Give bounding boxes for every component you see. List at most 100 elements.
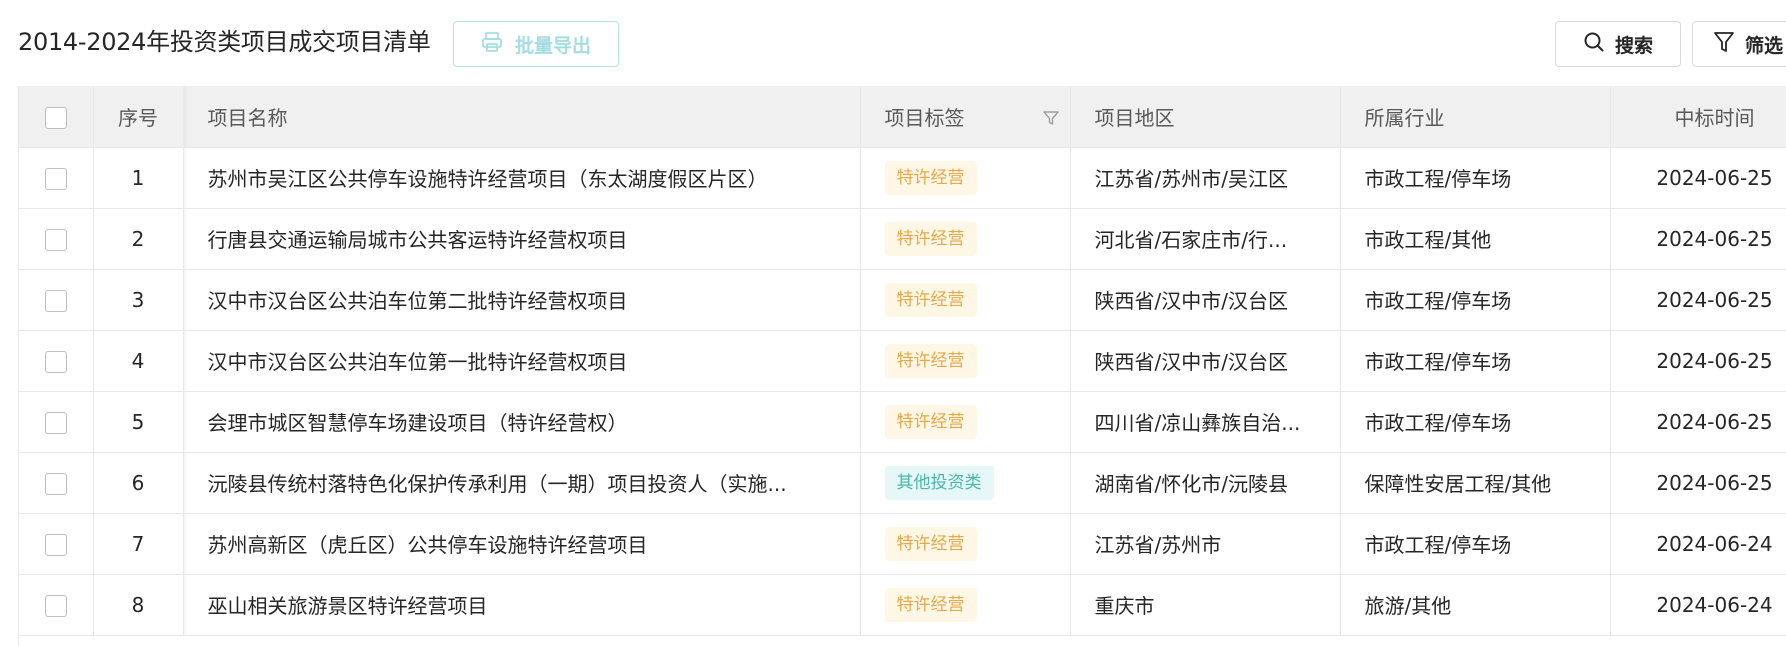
row-region: 江苏省/苏州市 bbox=[1070, 513, 1341, 575]
row-checkbox[interactable] bbox=[44, 533, 67, 556]
row-award-date: 2024-06-25 bbox=[1610, 391, 1786, 453]
row-industry: 市政工程/停车场 bbox=[1340, 513, 1611, 575]
search-button[interactable]: 搜索 bbox=[1555, 21, 1681, 67]
row-region: 重庆市 bbox=[1070, 574, 1341, 636]
project-tag-badge: 特许经营 bbox=[884, 343, 977, 378]
row-checkbox[interactable] bbox=[44, 594, 67, 617]
printer-icon bbox=[481, 31, 503, 58]
project-tag-badge: 特许经营 bbox=[884, 404, 977, 439]
row-seq: 4 bbox=[93, 330, 184, 392]
row-checkbox[interactable] bbox=[44, 228, 67, 251]
row-checkbox[interactable] bbox=[44, 289, 67, 312]
table-row[interactable]: 5 会理市城区智慧停车场建设项目（特许经营权） 特许经营 四川省/凉山彝族自治... 市… bbox=[19, 391, 1786, 453]
row-tag-cell: 特许经营 bbox=[860, 391, 1071, 453]
row-checkbox[interactable] bbox=[44, 472, 67, 495]
project-tag-badge: 特许经营 bbox=[884, 282, 977, 317]
row-industry: 市政工程/停车场 bbox=[1340, 391, 1611, 453]
row-select-cell bbox=[19, 513, 94, 575]
batch-export-button[interactable]: 批量导出 bbox=[453, 21, 619, 67]
filter-label: 筛选 bbox=[1745, 34, 1784, 57]
row-select-cell bbox=[19, 452, 94, 514]
project-tag-badge: 特许经营 bbox=[884, 587, 977, 622]
row-industry: 保障性安居工程/其他 bbox=[1340, 452, 1611, 514]
row-checkbox[interactable] bbox=[44, 167, 67, 190]
row-select-cell bbox=[19, 147, 94, 209]
select-all-cell bbox=[19, 86, 94, 148]
row-tag-cell: 其他投资类 bbox=[860, 452, 1071, 514]
project-tag-badge: 特许经营 bbox=[884, 160, 977, 195]
row-tag-cell: 特许经营 bbox=[860, 269, 1071, 331]
row-industry: 市政工程/停车场 bbox=[1340, 147, 1611, 209]
row-project-name[interactable]: 汉中市汉台区公共泊车位第二批特许经营权项目 bbox=[182, 269, 861, 331]
batch-export-label: 批量导出 bbox=[514, 34, 591, 57]
row-checkbox[interactable] bbox=[44, 411, 67, 434]
row-region: 陕西省/汉中市/汉台区 bbox=[1070, 269, 1341, 331]
table-row[interactable]: 8 巫山相关旅游景区特许经营项目 特许经营 重庆市 旅游/其他 2024-06-24 bbox=[19, 574, 1786, 636]
row-seq: 7 bbox=[93, 513, 184, 575]
row-project-name[interactable]: 巫山相关旅游景区特许经营项目 bbox=[182, 574, 861, 636]
row-project-name[interactable]: 汉中市汉台区公共泊车位第一批特许经营权项目 bbox=[182, 330, 861, 392]
row-select-cell bbox=[19, 330, 94, 392]
row-industry: 旅游/其他 bbox=[1340, 574, 1611, 636]
search-icon bbox=[1583, 31, 1605, 58]
row-seq: 1 bbox=[93, 147, 184, 209]
row-select-cell bbox=[19, 208, 94, 270]
row-award-date: 2024-06-25 bbox=[1610, 269, 1786, 331]
row-region: 湖南省/怀化市/沅陵县 bbox=[1070, 452, 1341, 514]
table-row[interactable]: 4 汉中市汉台区公共泊车位第一批特许经营权项目 特许经营 陕西省/汉中市/汉台区 市政工… bbox=[19, 330, 1786, 392]
row-region: 陕西省/汉中市/汉台区 bbox=[1070, 330, 1341, 392]
project-tag-badge: 特许经营 bbox=[884, 526, 977, 561]
row-seq: 8 bbox=[93, 574, 184, 636]
column-header-seq: 序号 bbox=[93, 86, 184, 148]
table-row[interactable]: 7 苏州高新区（虎丘区）公共停车设施特许经营项目 特许经营 江苏省/苏州市 市政工程/停… bbox=[19, 513, 1786, 575]
row-industry: 市政工程/停车场 bbox=[1340, 330, 1611, 392]
row-project-name[interactable]: 苏州市吴江区公共停车设施特许经营项目（东太湖度假区片区） bbox=[182, 147, 861, 209]
column-header-name: 项目名称 bbox=[182, 86, 861, 148]
row-region: 江苏省/苏州市/吴江区 bbox=[1070, 147, 1341, 209]
row-award-date: 2024-06-24 bbox=[1610, 574, 1786, 636]
search-label: 搜索 bbox=[1614, 34, 1653, 57]
row-region: 河北省/石家庄市/行... bbox=[1070, 208, 1341, 270]
row-region: 四川省/凉山彝族自治... bbox=[1070, 391, 1341, 453]
row-project-name[interactable]: 行唐县交通运输局城市公共客运特许经营权项目 bbox=[182, 208, 861, 270]
row-tag-cell: 特许经营 bbox=[860, 147, 1071, 209]
column-header-region: 项目地区 bbox=[1070, 86, 1341, 148]
table-row[interactable]: 6 沅陵县传统村落特色化保护传承利用（一期）项目投资人（实施... 其他投资类 湖南省… bbox=[19, 452, 1786, 514]
table-row[interactable]: 2 行唐县交通运输局城市公共客运特许经营权项目 特许经营 河北省/石家庄市/行... 市… bbox=[19, 208, 1786, 270]
column-filter-icon[interactable] bbox=[1042, 108, 1060, 132]
row-tag-cell: 特许经营 bbox=[860, 574, 1071, 636]
results-table: 序号 项目名称 项目标签 项目地区 所属行业 中标时间 1 苏州市吴江区公共停车设… bbox=[19, 86, 1786, 636]
row-select-cell bbox=[19, 574, 94, 636]
table-body: 1 苏州市吴江区公共停车设施特许经营项目（东太湖度假区片区） 特许经营 江苏省/苏州市… bbox=[19, 147, 1786, 636]
table-row[interactable]: 3 汉中市汉台区公共泊车位第二批特许经营权项目 特许经营 陕西省/汉中市/汉台区 市政工… bbox=[19, 269, 1786, 331]
row-checkbox[interactable] bbox=[44, 350, 67, 373]
row-project-name[interactable]: 会理市城区智慧停车场建设项目（特许经营权） bbox=[182, 391, 861, 453]
row-select-cell bbox=[19, 391, 94, 453]
select-all-checkbox[interactable] bbox=[44, 106, 67, 129]
row-seq: 2 bbox=[93, 208, 184, 270]
project-tag-badge: 特许经营 bbox=[884, 221, 977, 256]
row-project-name[interactable]: 沅陵县传统村落特色化保护传承利用（一期）项目投资人（实施... bbox=[182, 452, 861, 514]
table-row[interactable]: 1 苏州市吴江区公共停车设施特许经营项目（东太湖度假区片区） 特许经营 江苏省/苏州市… bbox=[19, 147, 1786, 209]
page-title: 2014-2024年投资类项目成交项目清单 bbox=[18, 28, 431, 56]
row-tag-cell: 特许经营 bbox=[860, 208, 1071, 270]
row-award-date: 2024-06-25 bbox=[1610, 330, 1786, 392]
row-select-cell bbox=[19, 269, 94, 331]
results-table-container: 序号 项目名称 项目标签 项目地区 所属行业 中标时间 1 苏州市吴江区公共停车设… bbox=[18, 86, 1786, 646]
row-award-date: 2024-06-25 bbox=[1610, 452, 1786, 514]
row-award-date: 2024-06-25 bbox=[1610, 208, 1786, 270]
filter-funnel-icon bbox=[1713, 30, 1735, 59]
row-award-date: 2024-06-25 bbox=[1610, 147, 1786, 209]
row-seq: 3 bbox=[93, 269, 184, 331]
row-project-name[interactable]: 苏州高新区（虎丘区）公共停车设施特许经营项目 bbox=[182, 513, 861, 575]
row-seq: 6 bbox=[93, 452, 184, 514]
row-tag-cell: 特许经营 bbox=[860, 330, 1071, 392]
row-industry: 市政工程/其他 bbox=[1340, 208, 1611, 270]
row-seq: 5 bbox=[93, 391, 184, 453]
column-header-date: 中标时间 bbox=[1610, 86, 1786, 148]
filter-button[interactable]: 筛选 bbox=[1692, 21, 1786, 67]
toolbar: 2014-2024年投资类项目成交项目清单 批量导出 搜索 筛选 bbox=[0, 0, 1786, 76]
project-tag-badge: 其他投资类 bbox=[884, 465, 994, 500]
row-tag-cell: 特许经营 bbox=[860, 513, 1071, 575]
column-header-tag-label: 项目标签 bbox=[884, 105, 965, 130]
